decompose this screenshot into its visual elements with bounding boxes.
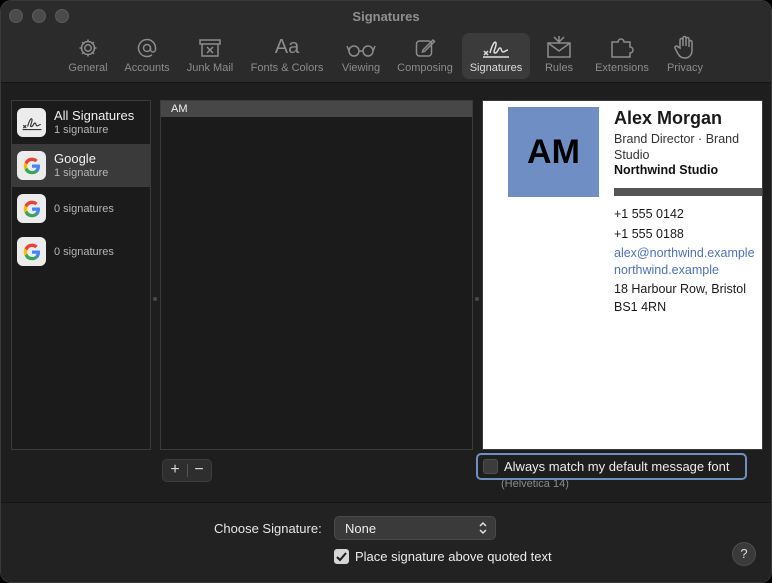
account-signature-count: 0 signatures [54,246,114,258]
remove-signature-button[interactable]: − [187,460,211,481]
accounts-list: All Signatures 1 signature Google 1 sign… [11,100,151,450]
match-font-checkbox[interactable] [483,459,498,474]
footer [1,502,771,582]
select-value: None [345,521,377,536]
tab-privacy[interactable]: Privacy [663,33,707,79]
account-signature-count: 1 signature [54,124,109,136]
tab-label: Junk Mail [186,62,234,74]
signatures-list: AM [160,100,473,450]
toolbar: Signatures General Accounts Junk Mail Aa… [1,1,771,83]
chevron-updown-icon [479,521,487,538]
puzzle-icon [591,33,653,59]
divider-bar [614,188,762,196]
google-icon [17,237,46,266]
tab-label: Rules [544,62,574,74]
signature-row-am[interactable]: AM [161,101,472,117]
account-item-google[interactable]: Google 1 signature [12,144,150,187]
tab-viewing[interactable]: Viewing [336,33,386,79]
account-signature-count: 0 signatures [54,203,114,215]
signature-preview[interactable]: AM Alex Morgan Brand Director · Brand St… [482,100,763,450]
tab-label: Viewing [341,62,381,74]
checkmark-icon [336,551,347,561]
google-icon [17,194,46,223]
tab-signatures[interactable]: Signatures [462,33,530,79]
signature-email-link[interactable]: alex@northwind.example [614,246,755,260]
gear-icon [65,33,111,59]
account-item-google-3[interactable]: 0 signatures [12,230,150,273]
split-handle[interactable] [475,297,479,301]
tab-junk-mail[interactable]: Junk Mail [182,33,238,79]
avatar: AM [508,107,599,197]
compose-icon [393,33,457,59]
place-above-checkbox[interactable] [334,549,349,564]
window-title: Signatures [352,9,420,24]
choose-signature-label: Choose Signature: [214,521,322,536]
tab-composing[interactable]: Composing [393,33,457,79]
signature-phone: +1 555 0188 [614,227,684,241]
signature-role: Brand Director · Brand Studio [614,132,740,162]
account-item-all-signatures[interactable]: All Signatures 1 signature [12,101,150,144]
account-signature-count: 1 signature [54,167,109,179]
signature-icon [17,108,46,137]
rules-envelope-icon [539,33,579,59]
account-name: Google [54,151,96,166]
signature-address: 18 Harbour Row, Bristol [614,282,747,296]
add-remove-control: + − [162,459,212,482]
google-icon [17,151,46,180]
divider [187,464,188,477]
match-font-label[interactable]: Always match my default message font [504,459,729,474]
help-button[interactable]: ? [732,542,756,566]
signature-website-link[interactable]: northwind.example [614,263,719,277]
account-name: All Signatures [54,108,135,123]
signature-company: Northwind Studio [614,163,719,177]
preferences-window: Signatures General Accounts Junk Mail Aa… [0,0,772,583]
aa-font-icon: Aa [274,36,300,58]
tab-fonts-colors[interactable]: Aa Fonts & Colors [245,33,329,79]
account-item-google-2[interactable]: 0 signatures [12,187,150,230]
tab-label: Signatures [469,62,523,74]
signature-phone: +1 555 0142 [614,207,684,221]
hand-icon [663,33,707,59]
junk-tray-icon [182,33,238,59]
tab-label: Fonts & Colors [250,62,324,74]
tab-extensions[interactable]: Extensions [591,33,653,79]
signature-address: BS1 4RN [614,300,667,314]
add-signature-button[interactable]: + [163,460,187,481]
tab-rules[interactable]: Rules [539,33,579,79]
tab-label: Accounts [124,62,170,74]
tab-label: Extensions [595,62,649,74]
choose-signature-select[interactable]: None [334,516,496,540]
tab-general[interactable]: General [65,33,111,79]
place-above-label[interactable]: Place signature above quoted text [355,549,552,564]
signature-name: Alex Morgan [614,108,723,128]
split-handle[interactable] [153,297,157,301]
tab-label: Composing [397,62,453,74]
font-note: (Helvetica 14) [501,478,569,490]
tab-label: Privacy [666,62,704,74]
tab-label: General [68,62,108,74]
glasses-icon [336,33,386,59]
signature-icon [462,33,530,59]
at-icon [120,33,174,59]
tab-accounts[interactable]: Accounts [120,33,174,79]
